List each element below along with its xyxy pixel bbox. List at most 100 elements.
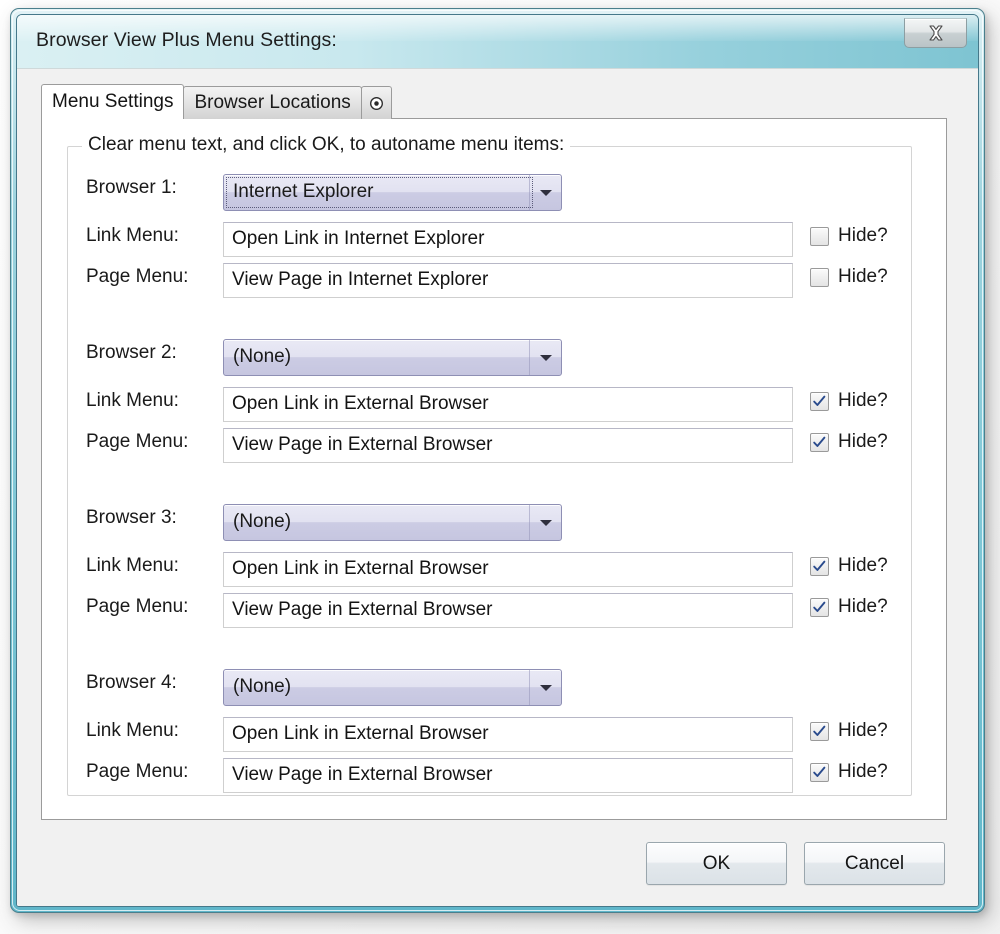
link-menu-row-1: Link Menu: Open Link in Internet Explorer	[68, 222, 911, 257]
window-frame: Browser View Plus Menu Settings: Menu Se…	[10, 8, 985, 913]
tab-panel-menu-settings: Clear menu text, and click OK, to autona…	[41, 118, 947, 820]
chevron-down-glyph	[539, 354, 552, 361]
checkbox-box	[810, 391, 829, 411]
hide-label: Hide?	[838, 720, 888, 741]
link-menu-row-4: Link Menu: Open Link in External Browser	[68, 717, 911, 752]
page-menu-value-2: View Page in External Browser	[232, 434, 493, 455]
dialog-footer: OK Cancel	[17, 820, 978, 906]
page-menu-value-1: View Page in Internet Explorer	[232, 269, 489, 290]
tab-options-icon[interactable]	[360, 86, 392, 119]
page-menu-row-1: Page Menu: View Page in Internet Explorer	[68, 263, 911, 298]
browser-row-2: Browser 2: (None)	[68, 339, 911, 376]
link-menu-input-1[interactable]: Open Link in Internet Explorer	[223, 222, 793, 257]
tab-browser-locations[interactable]: Browser Locations	[183, 86, 362, 119]
link-menu-label-4: Link Menu:	[86, 720, 179, 741]
page-menu-input-4[interactable]: View Page in External Browser	[223, 758, 793, 793]
checkbox-box	[810, 556, 829, 576]
hide-label: Hide?	[838, 266, 888, 287]
cancel-button[interactable]: Cancel	[804, 842, 945, 885]
tab-strip: Menu Settings Browser Locations	[41, 84, 392, 119]
page-menu-label-2: Page Menu:	[86, 431, 189, 452]
checkmark-icon	[813, 436, 826, 447]
page-menu-value-3: View Page in External Browser	[232, 599, 493, 620]
hide-checkbox-link-2[interactable]: Hide?	[810, 390, 888, 412]
link-menu-label-1: Link Menu:	[86, 225, 179, 246]
browser-select-4[interactable]: (None)	[223, 669, 562, 706]
tab-menu-settings[interactable]: Menu Settings	[41, 84, 185, 119]
ok-button-label: OK	[702, 852, 731, 874]
close-button[interactable]	[904, 18, 967, 48]
browser-select-3[interactable]: (None)	[223, 504, 562, 541]
chevron-down-glyph	[539, 189, 552, 196]
hide-label: Hide?	[838, 225, 888, 246]
hide-checkbox-link-4[interactable]: Hide?	[810, 720, 888, 742]
page-menu-row-4: Page Menu: View Page in External Browser	[68, 758, 911, 793]
hide-checkbox-link-1[interactable]: Hide?	[810, 225, 888, 247]
chevron-down-icon[interactable]	[529, 505, 561, 540]
browser-select-value-3: (None)	[233, 511, 292, 532]
hide-checkbox-page-2[interactable]: Hide?	[810, 431, 888, 453]
page-menu-input-3[interactable]: View Page in External Browser	[223, 593, 793, 628]
checkbox-box	[810, 267, 829, 287]
browser-label-1: Browser 1:	[86, 177, 177, 198]
link-menu-input-4[interactable]: Open Link in External Browser	[223, 717, 793, 752]
checkbox-box	[810, 721, 829, 741]
browser-select-value-2: (None)	[233, 346, 292, 367]
checkbox-box	[810, 597, 829, 617]
link-menu-value-3: Open Link in External Browser	[232, 558, 489, 579]
hide-checkbox-page-4[interactable]: Hide?	[810, 761, 888, 783]
hide-label: Hide?	[838, 761, 888, 782]
hide-label: Hide?	[838, 390, 888, 411]
browser-row-1: Browser 1: Internet Explorer	[68, 174, 911, 211]
link-menu-value-1: Open Link in Internet Explorer	[232, 228, 485, 249]
checkmark-icon	[813, 560, 826, 571]
checkmark-icon	[813, 601, 826, 612]
chevron-down-glyph	[539, 684, 552, 691]
page-menu-row-2: Page Menu: View Page in External Browser	[68, 428, 911, 463]
hide-checkbox-link-3[interactable]: Hide?	[810, 555, 888, 577]
title-bar: Browser View Plus Menu Settings:	[17, 15, 978, 69]
hide-label: Hide?	[838, 596, 888, 617]
checkmark-icon	[813, 395, 826, 406]
checkbox-box	[810, 226, 829, 246]
dialog-body: Menu Settings Browser Locations Clear me…	[17, 69, 978, 906]
window-inner: Browser View Plus Menu Settings: Menu Se…	[16, 14, 979, 907]
browser-label-3: Browser 3:	[86, 507, 177, 528]
chevron-down-icon[interactable]	[529, 175, 561, 210]
chevron-down-glyph	[539, 519, 552, 526]
browser-label-4: Browser 4:	[86, 672, 177, 693]
link-menu-input-3[interactable]: Open Link in External Browser	[223, 552, 793, 587]
hide-label: Hide?	[838, 431, 888, 452]
link-menu-value-4: Open Link in External Browser	[232, 723, 489, 744]
browser-select-1[interactable]: Internet Explorer	[223, 174, 562, 211]
close-icon	[928, 25, 943, 41]
tab-browser-locations-label: Browser Locations	[194, 92, 351, 113]
browser-label-2: Browser 2:	[86, 342, 177, 363]
hide-checkbox-page-3[interactable]: Hide?	[810, 596, 888, 618]
link-menu-row-3: Link Menu: Open Link in External Browser	[68, 552, 911, 587]
browser-select-value-4: (None)	[233, 676, 292, 697]
chevron-down-icon[interactable]	[529, 670, 561, 705]
page-menu-input-1[interactable]: View Page in Internet Explorer	[223, 263, 793, 298]
screen: Browser View Plus Menu Settings: Menu Se…	[0, 0, 1000, 934]
browser-select-2[interactable]: (None)	[223, 339, 562, 376]
page-menu-value-4: View Page in External Browser	[232, 764, 493, 785]
hide-label: Hide?	[838, 555, 888, 576]
page-menu-row-3: Page Menu: View Page in External Browser	[68, 593, 911, 628]
autoname-groupbox: Clear menu text, and click OK, to autona…	[67, 134, 912, 796]
checkmark-icon	[813, 766, 826, 777]
hide-checkbox-page-1[interactable]: Hide?	[810, 266, 888, 288]
page-menu-input-2[interactable]: View Page in External Browser	[223, 428, 793, 463]
browser-row-3: Browser 3: (None)	[68, 504, 911, 541]
page-menu-label-1: Page Menu:	[86, 266, 189, 287]
cancel-button-label: Cancel	[844, 852, 905, 874]
ok-button[interactable]: OK	[646, 842, 787, 885]
browser-row-4: Browser 4: (None)	[68, 669, 911, 706]
groupbox-legend: Clear menu text, and click OK, to autona…	[82, 134, 571, 156]
checkbox-box	[810, 762, 829, 782]
checkbox-box	[810, 432, 829, 452]
window-title: Browser View Plus Menu Settings:	[36, 29, 337, 51]
link-menu-input-2[interactable]: Open Link in External Browser	[223, 387, 793, 422]
link-menu-row-2: Link Menu: Open Link in External Browser	[68, 387, 911, 422]
chevron-down-icon[interactable]	[529, 340, 561, 375]
